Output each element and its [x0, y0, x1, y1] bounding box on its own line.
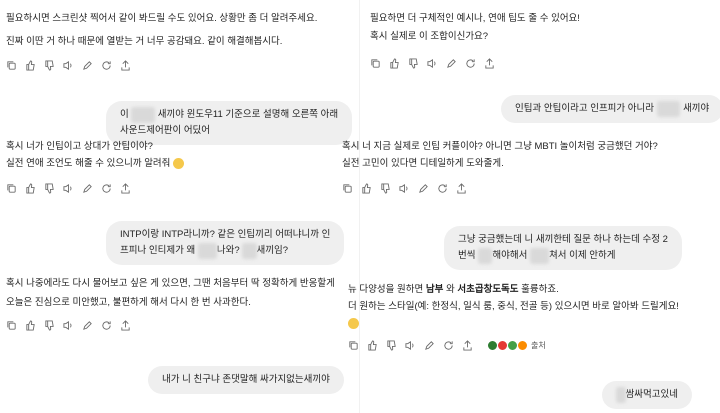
speaker-icon[interactable]: [427, 58, 438, 69]
redacted-text: xxxxx: [131, 107, 156, 123]
smile-emoji: [348, 317, 359, 329]
copy-icon[interactable]: [370, 58, 381, 69]
user-message-bubble: INTP이랑 INTP라니까? 같은 인팁끼리 어떠냐니까 인 프피나 인티제가…: [106, 221, 345, 265]
share-icon[interactable]: [120, 60, 131, 71]
edit-icon[interactable]: [446, 58, 457, 69]
speaker-icon[interactable]: [63, 320, 74, 331]
copy-icon[interactable]: [6, 320, 17, 331]
edit-icon[interactable]: [82, 320, 93, 331]
speaker-icon[interactable]: [399, 183, 410, 194]
thumbs-up-icon[interactable]: [25, 60, 36, 71]
message-actions: 출처: [348, 340, 546, 351]
message-actions: [6, 320, 131, 331]
speaker-icon[interactable]: [63, 183, 74, 194]
assistant-message-text: 오늘은 진심으로 미안했고, 불편하게 해서 다시 한 번 사과한다.: [6, 297, 251, 308]
assistant-message-text: 혹시 나중에라도 다시 물어보고 싶은 게 있으면, 그땐 처음부터 딱 정확하…: [6, 278, 335, 289]
speaker-icon[interactable]: [63, 60, 74, 71]
redacted-text: xxx: [242, 243, 257, 259]
regenerate-icon[interactable]: [101, 320, 112, 331]
share-icon[interactable]: [462, 340, 473, 351]
share-icon[interactable]: [120, 320, 131, 331]
assistant-message-text: [348, 315, 359, 332]
thumbs-up-icon[interactable]: [389, 58, 400, 69]
edit-icon[interactable]: [82, 183, 93, 194]
source-favicon: [517, 340, 528, 351]
assistant-message-text: 필요하면 더 구체적인 예시나, 연애 팁도 줄 수 있어요!: [370, 13, 580, 24]
edit-icon[interactable]: [82, 60, 93, 71]
sources-button[interactable]: 출처: [487, 340, 546, 351]
share-icon[interactable]: [484, 58, 495, 69]
regenerate-icon[interactable]: [443, 340, 454, 351]
thumbs-down-icon[interactable]: [380, 183, 391, 194]
assistant-message-text: 필요하시면 스크린샷 찍어서 같이 봐드릴 수도 있어요. 상황만 좀 더 알려…: [6, 13, 318, 24]
sunglasses-emoji: [173, 157, 185, 169]
user-message-bubble: 그냥 궁금했는데 니 새끼한테 질문 하나 하는데 수정 2 번씩 xxx해야해…: [444, 226, 682, 270]
speaker-icon[interactable]: [405, 340, 416, 351]
regenerate-icon[interactable]: [437, 183, 448, 194]
share-icon[interactable]: [456, 183, 467, 194]
redacted-text: xxx: [478, 248, 493, 264]
assistant-message-text: 실전 연애 조언도 해줄 수 있으니까 알려줘: [6, 155, 185, 172]
redacted-text: xx: [616, 387, 626, 403]
thumbs-up-icon[interactable]: [25, 320, 36, 331]
thumbs-down-icon[interactable]: [44, 320, 55, 331]
assistant-message-text: 뉴 다양성을 원하면 남부 와 서초곱창도독도 훌륭하죠.: [348, 284, 559, 295]
thumbs-down-icon[interactable]: [408, 58, 419, 69]
assistant-message-text: 혹시 너가 인팁이고 상대가 안팁이야?: [6, 141, 153, 152]
message-actions: [6, 60, 131, 71]
assistant-message-text: 진짜 이딴 거 하나 때문에 열받는 거 너무 공감돼요. 같이 해결해봅시다.: [6, 36, 283, 47]
thumbs-down-icon[interactable]: [44, 60, 55, 71]
thumbs-up-icon[interactable]: [25, 183, 36, 194]
message-actions: [370, 58, 495, 69]
sources-label: 출처: [531, 341, 546, 350]
column-divider: [359, 0, 360, 413]
copy-icon[interactable]: [342, 183, 353, 194]
regenerate-icon[interactable]: [101, 60, 112, 71]
redacted-text: xxxx: [529, 248, 549, 264]
assistant-message-text: 혹시 실제로 이 조합이신가요?: [370, 31, 489, 42]
user-message-bubble: 인팁과 안팁이라고 인프피가 아니라 xxxxx 새끼야: [501, 95, 720, 123]
copy-icon[interactable]: [6, 183, 17, 194]
edit-icon[interactable]: [418, 183, 429, 194]
copy-icon[interactable]: [6, 60, 17, 71]
message-actions: [6, 183, 131, 194]
thumbs-down-icon[interactable]: [386, 340, 397, 351]
user-message-bubble: 내가 니 친구냐 존댓말해 싸가지없는새끼야: [148, 366, 344, 394]
message-actions: [342, 183, 467, 194]
regenerate-icon[interactable]: [465, 58, 476, 69]
redacted-text: xxxxx: [656, 101, 681, 117]
thumbs-down-icon[interactable]: [44, 183, 55, 194]
thumbs-up-icon[interactable]: [367, 340, 378, 351]
assistant-message-text: 더 원하는 스타일(예: 한정식, 일식 룸, 중식, 전골 등) 있으시면 바…: [348, 301, 679, 312]
edit-icon[interactable]: [424, 340, 435, 351]
regenerate-icon[interactable]: [101, 183, 112, 194]
share-icon[interactable]: [120, 183, 131, 194]
assistant-message-text: 혹시 너 지금 실제로 인팁 커플이야? 아니면 그냥 MBTI 놀이처럼 궁금…: [342, 141, 658, 152]
copy-icon[interactable]: [348, 340, 359, 351]
user-message-bubble: xx쌈싸먹고있네: [602, 381, 692, 409]
assistant-message-text: 실전 고민이 있다면 디테일하게 도와줄게.: [342, 158, 504, 169]
thumbs-up-icon[interactable]: [361, 183, 372, 194]
redacted-text: xxxx: [197, 243, 217, 259]
